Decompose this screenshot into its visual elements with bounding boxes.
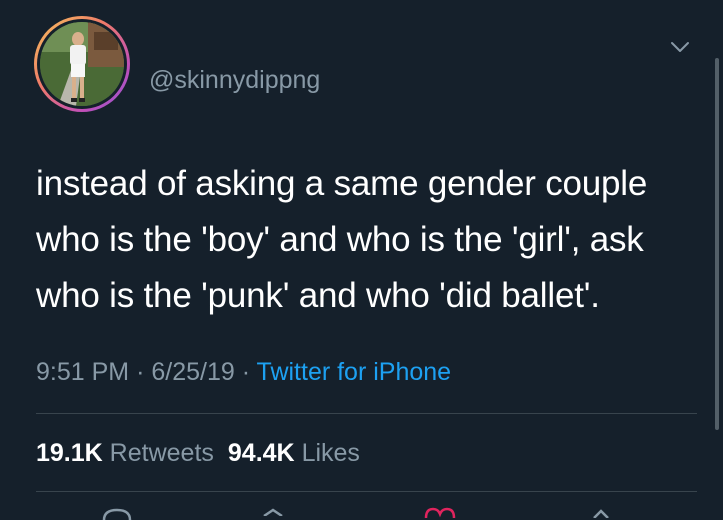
likes-stat[interactable]: 94.4K Likes — [228, 439, 360, 467]
tweet-source-link[interactable]: Twitter for iPhone — [257, 358, 452, 386]
share-icon[interactable] — [590, 508, 612, 518]
avatar-image — [40, 22, 124, 106]
likes-count: 94.4K — [227, 439, 295, 467]
avatar-photo — [40, 22, 124, 106]
tweet-detail: @skinnydippng instead of asking a same g… — [0, 0, 723, 520]
avatar[interactable] — [34, 16, 130, 112]
scrollbar[interactable] — [715, 58, 719, 430]
tweet-text-line: instead of asking a same gender couple — [36, 164, 648, 203]
meta-separator: · — [136, 358, 145, 386]
tweet-time: 9:51 PM — [36, 358, 130, 386]
tweet-date: 6/25/19 — [151, 358, 235, 386]
tweet-stats: 19.1K Retweets 94.4K Likes — [36, 438, 360, 468]
tweet-text-line: who is the 'boy' and who is the 'girl', … — [36, 220, 644, 259]
like-icon[interactable] — [423, 506, 457, 518]
retweet-icon[interactable] — [262, 508, 284, 516]
likes-label: Likes — [301, 439, 360, 467]
username[interactable]: @skinnydippng — [149, 65, 320, 95]
tweet-meta: 9:51 PM · 6/25/19 · Twitter for iPhone — [36, 357, 451, 387]
tweet-text: instead of asking a same gender couple w… — [36, 156, 706, 324]
retweets-stat[interactable]: 19.1K Retweets — [36, 439, 214, 467]
tweet-text-line: who is the 'punk' and who 'did ballet'. — [36, 276, 600, 315]
retweets-label: Retweets — [109, 439, 214, 467]
divider — [36, 491, 697, 492]
meta-separator: · — [241, 358, 251, 386]
action-bar — [0, 500, 723, 520]
reply-icon[interactable] — [100, 508, 134, 520]
divider — [36, 413, 697, 414]
retweets-count: 19.1K — [36, 439, 103, 467]
chevron-down-icon[interactable] — [669, 36, 691, 58]
